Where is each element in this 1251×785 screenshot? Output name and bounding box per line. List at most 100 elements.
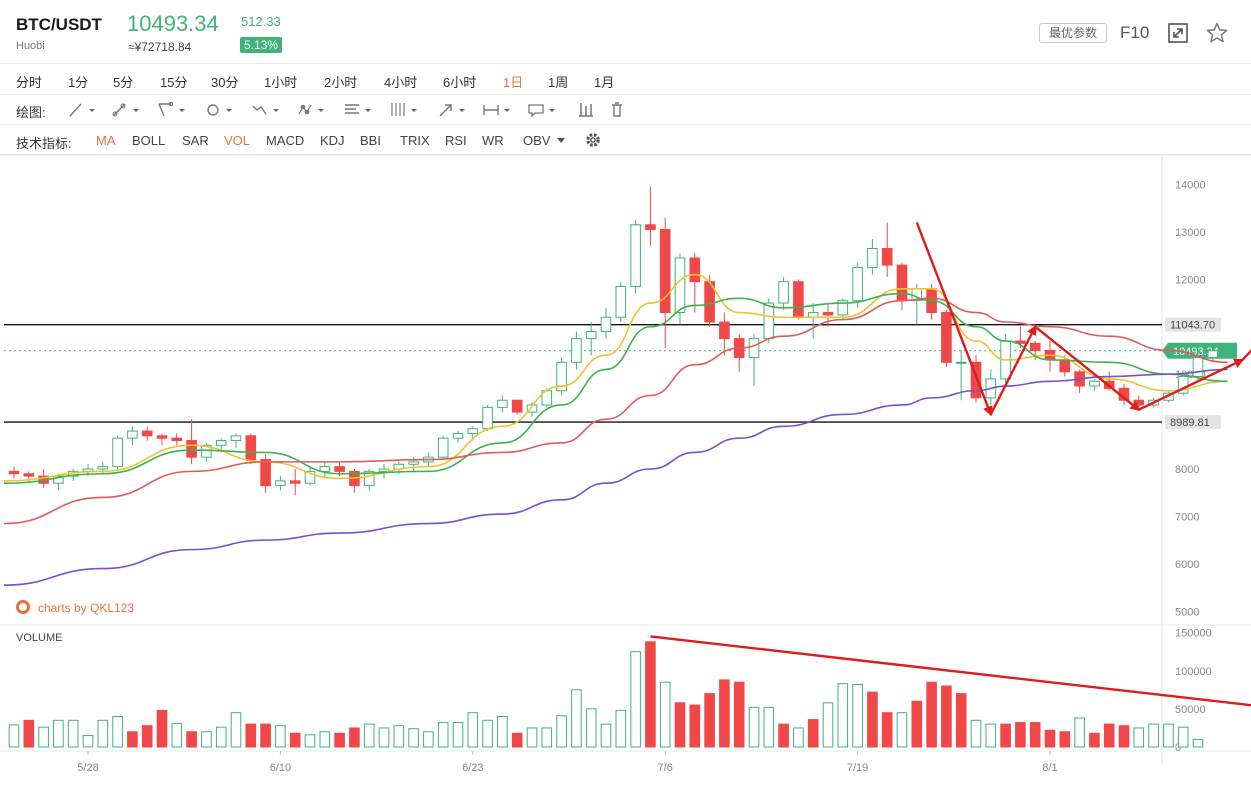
- volume-bar: [127, 731, 138, 748]
- candle-body: [275, 480, 286, 487]
- ma-line-ma30: [3, 297, 1228, 525]
- dropdown-caret-icon[interactable]: [318, 109, 324, 112]
- price-tick-label: 8000: [1175, 464, 1199, 476]
- indicator-rsi[interactable]: RSI: [445, 133, 467, 148]
- volume-bar: [926, 681, 937, 748]
- dropdown-caret-icon[interactable]: [226, 109, 232, 112]
- timeframe-tab[interactable]: 2小时: [324, 72, 357, 91]
- volume-bar: [719, 679, 730, 748]
- dropdown-caret-icon[interactable]: [459, 109, 465, 112]
- indicator-macd[interactable]: MACD: [266, 133, 304, 148]
- volume-bar: [837, 683, 849, 748]
- node-tool[interactable]: [295, 99, 329, 121]
- candle-body: [452, 432, 464, 439]
- text-tool[interactable]: [526, 99, 560, 121]
- indicator-obv[interactable]: OBV: [523, 133, 550, 148]
- volume-bar: [1118, 725, 1130, 748]
- kline-chart[interactable]: 5000600070008000900010000110001200013000…: [0, 155, 1251, 785]
- price-change: 512.33: [241, 14, 281, 29]
- volume-bar: [571, 689, 582, 748]
- volume-bar: [1029, 722, 1041, 748]
- volume-bar: [1044, 729, 1056, 748]
- timeframe-tab[interactable]: 分时: [16, 72, 42, 91]
- volume-tick-label: 100000: [1175, 666, 1212, 678]
- timeframe-tab[interactable]: 4小时: [384, 72, 417, 91]
- pattern-tool[interactable]: [250, 99, 284, 121]
- price-tick-label: 13000: [1175, 227, 1206, 239]
- arrow-tool[interactable]: [436, 99, 470, 121]
- candle-body: [1192, 357, 1204, 378]
- delete-tool[interactable]: [607, 99, 641, 121]
- candle-body: [8, 470, 20, 475]
- indicator-boll[interactable]: BOLL: [132, 133, 165, 148]
- drawing-label: 绘图:: [16, 105, 46, 120]
- indicator-kdj[interactable]: KDJ: [320, 133, 345, 148]
- level-label: 11043.70: [1170, 320, 1215, 332]
- timeframe-tab[interactable]: 6小时: [443, 72, 476, 91]
- ray-tool[interactable]: [110, 99, 144, 121]
- dropdown-caret-icon[interactable]: [273, 109, 279, 112]
- dropdown-caret-icon[interactable]: [179, 109, 185, 112]
- volume-bar: [511, 732, 523, 748]
- volume-bar: [1103, 723, 1115, 748]
- qkl-logo-icon: [16, 600, 30, 614]
- volume-bar: [615, 709, 627, 748]
- exchange-name: Huobi: [16, 40, 45, 52]
- timeframe-tab[interactable]: 15分: [160, 72, 187, 91]
- price-tick-label: 12000: [1175, 274, 1206, 286]
- gann-tool[interactable]: [388, 99, 422, 121]
- candle-body: [1207, 350, 1219, 359]
- timeframe-tabs: 分时 1分 5分 15分 30分 1小时 2小时 4小时 6小时 1日 1周 1月: [0, 64, 1251, 95]
- channel-tool[interactable]: [156, 99, 190, 121]
- candle-body: [778, 281, 789, 304]
- indicator-bbi[interactable]: BBI: [360, 133, 381, 148]
- dropdown-caret-icon[interactable]: [504, 109, 510, 112]
- candle-body: [941, 312, 952, 363]
- obv-dropdown-caret-icon[interactable]: [557, 138, 565, 143]
- timeframe-tab[interactable]: 5分: [113, 72, 133, 91]
- shape-tool[interactable]: [203, 99, 237, 121]
- indicator-vol[interactable]: VOL: [224, 133, 250, 148]
- dropdown-caret-icon[interactable]: [365, 109, 371, 112]
- time-tick-label: 5/28: [77, 762, 98, 774]
- dropdown-caret-icon[interactable]: [411, 109, 417, 112]
- watermark: charts by QKL123: [16, 600, 134, 615]
- volume-bar: [156, 709, 168, 748]
- indicator-trix[interactable]: TRIX: [400, 133, 430, 148]
- timeframe-tab[interactable]: 1周: [548, 72, 568, 91]
- expand-icon[interactable]: [1167, 22, 1189, 44]
- symbol-title: BTC/USDT: [16, 15, 102, 34]
- volume-bar: [1015, 722, 1026, 748]
- line-tool[interactable]: [66, 99, 100, 121]
- fib-tool[interactable]: [342, 99, 376, 121]
- timeframe-tab[interactable]: 1月: [594, 72, 614, 91]
- timeframe-tab[interactable]: 1日: [503, 72, 523, 91]
- bar-tool[interactable]: [576, 99, 610, 121]
- gear-icon[interactable]: [584, 131, 602, 149]
- timeframe-tab[interactable]: 1小时: [264, 72, 297, 91]
- volume-bar: [186, 731, 197, 748]
- measure-tool[interactable]: [481, 99, 515, 121]
- dropdown-caret-icon[interactable]: [549, 109, 555, 112]
- timeframe-tab[interactable]: 30分: [211, 72, 238, 91]
- dropdown-caret-icon[interactable]: [89, 109, 95, 112]
- indicator-sar[interactable]: SAR: [182, 133, 209, 148]
- candle-body: [97, 466, 109, 470]
- volume-bar: [911, 700, 923, 748]
- volume-bar: [896, 712, 908, 748]
- f10-button[interactable]: F10: [1120, 23, 1149, 43]
- volume-bar: [319, 731, 331, 748]
- dropdown-caret-icon[interactable]: [133, 109, 139, 112]
- candle-body: [112, 437, 123, 468]
- star-icon[interactable]: [1205, 21, 1229, 45]
- volume-bar: [171, 722, 183, 748]
- volume-bar: [334, 732, 345, 748]
- volume-bar: [423, 731, 434, 748]
- indicator-wr[interactable]: WR: [482, 133, 504, 148]
- indicator-ma[interactable]: MA: [96, 133, 116, 148]
- candle-body: [186, 440, 197, 458]
- optimal-params-button[interactable]: 最优参数: [1039, 23, 1107, 43]
- volume-bar: [260, 723, 271, 748]
- volume-bar: [67, 719, 79, 748]
- timeframe-tab[interactable]: 1分: [68, 72, 88, 91]
